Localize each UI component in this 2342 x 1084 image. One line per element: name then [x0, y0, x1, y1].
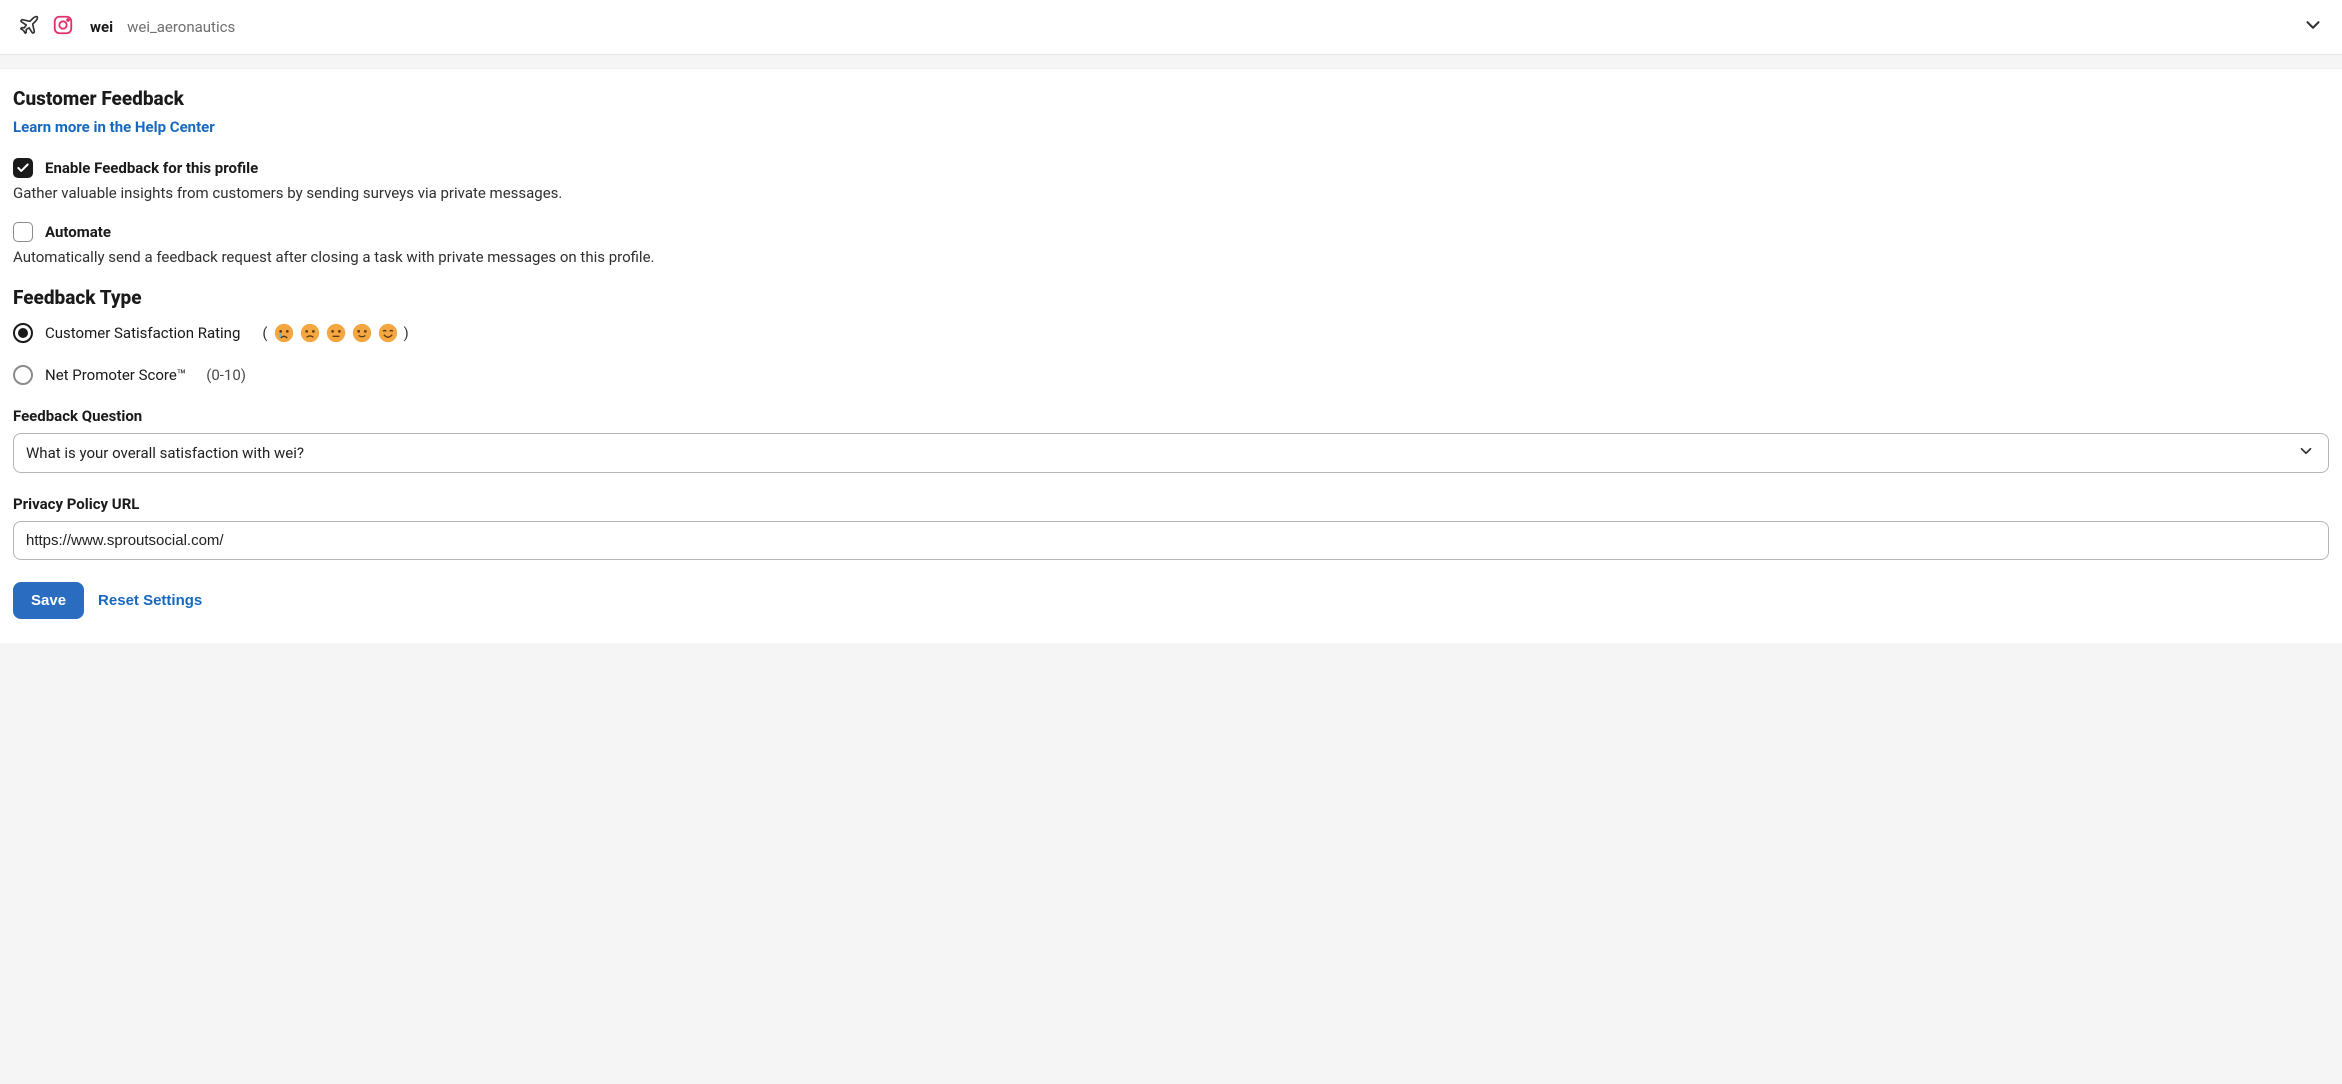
instagram-icon: [52, 14, 74, 40]
nps-suffix: (0-10): [206, 366, 246, 384]
reset-settings-button[interactable]: Reset Settings: [98, 592, 202, 609]
csat-emoji-scale: ( ): [262, 323, 408, 343]
airplane-icon: [18, 14, 40, 40]
enable-feedback-row[interactable]: Enable Feedback for this profile: [13, 158, 2329, 178]
enable-feedback-checkbox[interactable]: [13, 158, 33, 178]
save-button[interactable]: Save: [13, 582, 84, 619]
privacy-url-input[interactable]: [13, 521, 2329, 560]
crying-face-icon: [274, 323, 294, 343]
learn-more-link[interactable]: Learn more in the Help Center: [13, 118, 215, 136]
csat-radio-label: Customer Satisfaction Rating: [45, 324, 240, 342]
automate-row[interactable]: Automate: [13, 222, 2329, 242]
automate-checkbox[interactable]: [13, 222, 33, 242]
csat-radio[interactable]: [13, 323, 33, 343]
privacy-url-label: Privacy Policy URL: [13, 495, 2329, 513]
profile-handle: wei_aeronautics: [127, 18, 235, 36]
csat-radio-row[interactable]: Customer Satisfaction Rating ( ): [13, 323, 2329, 343]
enable-feedback-help: Gather valuable insights from customers …: [13, 184, 2329, 202]
feedback-question-label: Feedback Question: [13, 407, 2329, 425]
neutral-face-icon: [326, 323, 346, 343]
happy-face-icon: [378, 323, 398, 343]
automate-help: Automatically send a feedback request af…: [13, 248, 2329, 266]
nps-radio-label: Net Promoter Score™: [45, 366, 186, 384]
sad-face-icon: [300, 323, 320, 343]
profile-header[interactable]: wei wei_aeronautics: [0, 0, 2342, 55]
action-buttons: Save Reset Settings: [13, 582, 2329, 619]
section-title: Customer Feedback: [13, 87, 2329, 110]
profile-name: wei: [90, 18, 113, 36]
chevron-down-icon[interactable]: [2302, 14, 2324, 40]
nps-radio[interactable]: [13, 365, 33, 385]
nps-radio-row[interactable]: Net Promoter Score™ (0-10): [13, 365, 2329, 385]
feedback-type-title: Feedback Type: [13, 286, 2329, 309]
feedback-question-select[interactable]: What is your overall satisfaction with w…: [13, 433, 2329, 473]
automate-label: Automate: [45, 223, 111, 241]
feedback-question-value: What is your overall satisfaction with w…: [13, 433, 2329, 473]
slight-smile-face-icon: [352, 323, 372, 343]
enable-feedback-label: Enable Feedback for this profile: [45, 159, 258, 177]
settings-panel: Customer Feedback Learn more in the Help…: [0, 68, 2342, 643]
